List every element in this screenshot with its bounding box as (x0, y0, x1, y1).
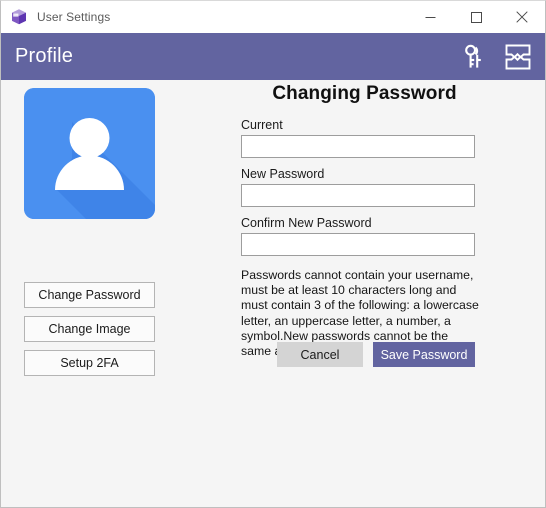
profile-panel: Change Password Change Image Setup 2FA (1, 80, 229, 507)
page-header: Profile (1, 33, 545, 80)
new-password-field[interactable] (241, 184, 475, 207)
change-password-button[interactable]: Change Password (24, 282, 155, 308)
torn-image-icon[interactable] (503, 42, 533, 72)
maximize-icon[interactable] (453, 1, 499, 33)
profile-actions: Change Password Change Image Setup 2FA (24, 282, 155, 376)
new-password-label: New Password (241, 167, 325, 181)
title-bar: User Settings (1, 1, 545, 33)
app-box-icon (12, 9, 26, 25)
save-password-button[interactable]: Save Password (373, 342, 475, 367)
current-password-group: Current (241, 118, 475, 158)
setup-2fa-button[interactable]: Setup 2FA (24, 350, 155, 376)
close-icon[interactable] (499, 1, 545, 33)
current-password-field[interactable] (241, 135, 475, 158)
confirm-new-password-group: Confirm New Password (241, 216, 475, 256)
keys-icon[interactable] (459, 42, 489, 72)
user-settings-window: User Settings Profile Change Password Ch… (0, 0, 546, 508)
confirm-new-password-label: Confirm New Password (241, 216, 372, 230)
new-password-group: New Password (241, 167, 475, 207)
header-actions (459, 42, 545, 72)
main-content: Change Password Change Image Setup 2FA C… (1, 80, 545, 507)
change-image-button[interactable]: Change Image (24, 316, 155, 342)
user-avatar[interactable] (24, 88, 155, 219)
password-form-panel: Changing Password Current New Password C… (229, 80, 545, 507)
minimize-icon[interactable] (407, 1, 453, 33)
window-controls (407, 1, 545, 33)
form-actions: Cancel Save Password (241, 342, 475, 367)
form-title: Changing Password (272, 83, 457, 104)
confirm-new-password-field[interactable] (241, 233, 475, 256)
window-title: User Settings (37, 10, 111, 24)
current-password-label: Current (241, 118, 283, 132)
cancel-button[interactable]: Cancel (277, 342, 363, 367)
page-title: Profile (15, 45, 74, 67)
